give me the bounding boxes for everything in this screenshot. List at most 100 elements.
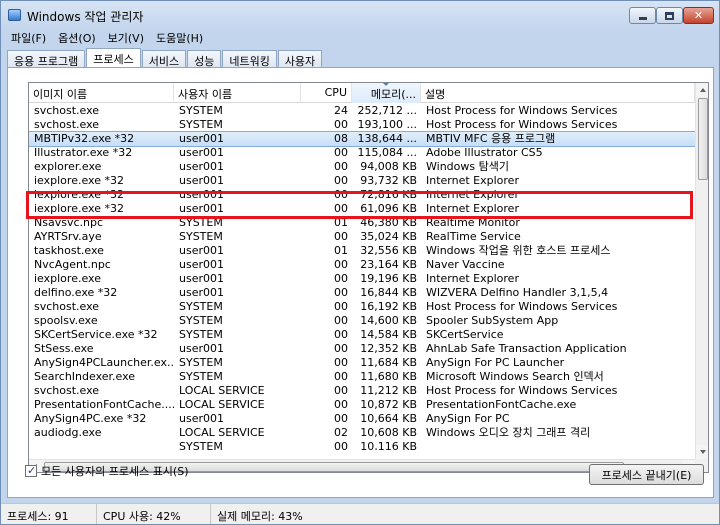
row-image-name: iexplore.exe *32	[34, 174, 124, 187]
scroll-up-button[interactable]	[696, 83, 708, 97]
process-row[interactable]: MBTIPv32.exe *32 user001 08 138,644 ... MBTI…	[29, 131, 695, 147]
process-row[interactable]: AnySign4PC.exe *32 user001 00 10,664 KB AnyS…	[29, 412, 695, 426]
process-row[interactable]: Nsavsvc.npc SYSTEM 01 46,380 KB Realtime Mon…	[29, 216, 695, 230]
vertical-scroll-thumb[interactable]	[698, 98, 708, 180]
row-user-name: user001	[179, 174, 224, 187]
row-user-name: SYSTEM	[179, 356, 223, 369]
row-cpu: 00	[334, 356, 348, 369]
row-description: Host Process for Windows Services	[426, 300, 618, 313]
vertical-scrollbar[interactable]	[695, 83, 708, 459]
row-user-name: user001	[179, 258, 224, 271]
tab-performance[interactable]: 성능	[187, 50, 222, 68]
process-row[interactable]: SKCertService.exe *32 SYSTEM 00 14,584 KB SK…	[29, 328, 695, 342]
show-all-users-label: 모든 사용자의 프로세스 표시(S)	[41, 465, 189, 478]
menu-options[interactable]: 옵션(O)	[52, 28, 101, 46]
task-manager-window: Windows 작업 관리자 ✕ 파일(F) 옵션(O) 보기(V) 도움말(H…	[0, 0, 720, 525]
row-image-name: AnySign4PCLauncher.ex...	[34, 356, 174, 369]
close-button[interactable]: ✕	[683, 7, 714, 24]
row-image-name: Nsavsvc.npc	[34, 216, 103, 229]
column-header-user-name[interactable]: 사용자 이름	[174, 83, 301, 103]
row-memory: 11,680 KB	[360, 370, 417, 383]
row-description: Internet Explorer	[426, 202, 519, 215]
tab-networking[interactable]: 네트워킹	[222, 50, 277, 68]
row-user-name: user001	[179, 188, 224, 201]
row-memory: 193,100 ...	[357, 118, 417, 131]
row-cpu: 00	[334, 230, 348, 243]
menu-file[interactable]: 파일(F)	[5, 28, 52, 46]
process-row[interactable]: iexplore.exe user001 00 19,196 KB Internet E…	[29, 272, 695, 286]
row-user-name: user001	[179, 146, 224, 159]
row-user-name: SYSTEM	[179, 118, 223, 131]
process-row[interactable]: PresentationFontCache.... LOCAL SERVICE 00…	[29, 398, 695, 412]
tab-users[interactable]: 사용자	[277, 50, 323, 68]
end-process-button[interactable]: 프로세스 끝내기(E)	[589, 464, 704, 485]
row-user-name: LOCAL SERVICE	[179, 398, 265, 411]
menu-view[interactable]: 보기(V)	[102, 28, 150, 46]
tab-processes[interactable]: 프로세스	[86, 48, 141, 67]
process-row[interactable]: AnySign4PCLauncher.ex... SYSTEM 00 11,684 K…	[29, 356, 695, 370]
process-row[interactable]: iexplore.exe *32 user001 00 72,816 KB Intern…	[29, 188, 695, 202]
checkbox-box[interactable]: ✓	[25, 464, 37, 477]
row-image-name: spoolsv.exe	[34, 314, 98, 327]
row-cpu: 00	[334, 412, 348, 425]
title-bar: Windows 작업 관리자 ✕	[1, 1, 719, 29]
process-row[interactable]: svchost.exe LOCAL SERVICE 00 11,212 KB Host …	[29, 384, 695, 398]
process-row[interactable]: StSess.exe user001 00 12,352 KB AhnLab Safe …	[29, 342, 695, 356]
row-cpu: 00	[334, 188, 348, 201]
row-cpu: 00	[334, 398, 348, 411]
process-row[interactable]: svchost.exe SYSTEM 00 16,192 KB Host Process…	[29, 300, 695, 314]
process-row[interactable]: Illustrator.exe *32 user001 00 115,084 ... A…	[29, 146, 695, 160]
process-row[interactable]: iexplore.exe *32 user001 00 93,732 KB Intern…	[29, 174, 695, 188]
row-cpu: 00	[334, 286, 348, 299]
process-row[interactable]: svchost.exe SYSTEM 00 193,100 ... Host Proce…	[29, 118, 695, 132]
menu-bar: 파일(F) 옵션(O) 보기(V) 도움말(H)	[5, 28, 209, 46]
row-image-name: StSess.exe	[34, 342, 94, 355]
status-process-count: 프로세스: 91	[1, 504, 97, 524]
show-all-users-checkbox[interactable]: ✓ 모든 사용자의 프로세스 표시(S)	[25, 463, 189, 479]
status-bar: 프로세스: 91 CPU 사용: 42% 실제 메모리: 43%	[1, 503, 719, 524]
close-icon: ✕	[693, 9, 704, 22]
row-user-name: user001	[179, 272, 224, 285]
row-user-name: SYSTEM	[179, 314, 223, 327]
process-list[interactable]: 이미지 이름 사용자 이름 CPU 메모리(... 설명 svchost.exe…	[28, 82, 709, 473]
row-description: Windows 작업을 위한 호스트 프로세스	[426, 244, 611, 257]
row-memory: 72,816 KB	[360, 188, 417, 201]
maximize-button[interactable]	[656, 7, 683, 24]
row-image-name: iexplore.exe *32	[34, 188, 124, 201]
process-row[interactable]: NvcAgent.npc user001 00 23,164 KB Naver Vacc…	[29, 258, 695, 272]
process-row[interactable]: delfino.exe *32 user001 00 16,844 KB WIZVERA…	[29, 286, 695, 300]
tab-applications[interactable]: 응용 프로그램	[7, 50, 86, 68]
process-row[interactable]: explorer.exe user001 00 94,008 KB Windows 탐색…	[29, 160, 695, 174]
row-memory: 10,664 KB	[360, 412, 417, 425]
row-cpu: 00	[334, 342, 348, 355]
row-image-name: iexplore.exe *32	[34, 202, 124, 215]
row-memory: 10,116 KB	[360, 440, 417, 450]
column-header-cpu[interactable]: CPU	[301, 83, 352, 103]
row-user-name: SYSTEM	[179, 104, 223, 117]
column-header-memory[interactable]: 메모리(...	[352, 83, 421, 103]
row-cpu: 00	[334, 370, 348, 383]
row-memory: 94,008 KB	[360, 160, 417, 173]
process-row[interactable]: audiodg.exe LOCAL SERVICE 02 10,608 KB Windo…	[29, 426, 695, 440]
row-user-name: LOCAL SERVICE	[179, 384, 265, 397]
row-description: MBTIV MFC 응용 프로그램	[426, 132, 556, 145]
tab-services[interactable]: 서비스	[141, 50, 187, 68]
scroll-down-button[interactable]	[696, 445, 708, 459]
row-memory: 16,192 KB	[360, 300, 417, 313]
row-image-name: svchost.exe	[34, 300, 100, 313]
minimize-button[interactable]	[629, 7, 656, 24]
row-memory: 93,732 KB	[360, 174, 417, 187]
process-row[interactable]: SearchIndexer.exe SYSTEM 00 11,680 KB Micros…	[29, 370, 695, 384]
row-cpu: 00	[334, 440, 348, 450]
row-description: WIZVERA Delfino Handler 3,1,5,4	[426, 286, 609, 299]
row-memory: 61,096 KB	[360, 202, 417, 215]
process-row[interactable]: svchost.exe SYSTEM 24 252,712 ... Host Proce…	[29, 104, 695, 118]
process-row[interactable]: spoolsv.exe SYSTEM 00 14,600 KB Spooler SubS…	[29, 314, 695, 328]
menu-help[interactable]: 도움말(H)	[150, 28, 209, 46]
column-header-image-name[interactable]: 이미지 이름	[29, 83, 174, 103]
process-row[interactable]: AYRTSrv.aye SYSTEM 00 35,024 KB RealTime Ser…	[29, 230, 695, 244]
process-row[interactable]: iexplore.exe *32 user001 00 61,096 KB Intern…	[29, 202, 695, 216]
process-row[interactable]: taskhost.exe user001 01 32,556 KB Windows 작업…	[29, 244, 695, 258]
process-row[interactable]: SYSTEM 00 10,116 KB	[29, 440, 695, 450]
column-header-description[interactable]: 설명	[421, 83, 695, 103]
